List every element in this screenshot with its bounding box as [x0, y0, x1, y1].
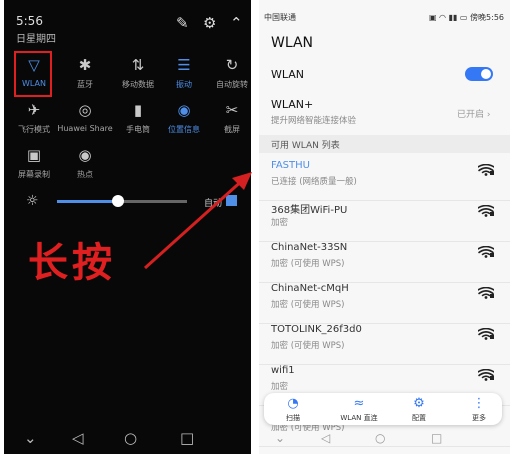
hotspot-icon: ◉ — [78, 146, 92, 164]
nav-back-chevron-icon[interactable]: ⌄ — [24, 429, 37, 447]
clock: 5:56 — [16, 14, 43, 28]
auto-brightness-checkbox[interactable] — [226, 195, 237, 206]
scan-button[interactable]: ◔ 扫描 — [268, 396, 318, 423]
page-title: WLAN — [271, 35, 314, 51]
nav-home-icon[interactable]: ○ — [124, 429, 137, 447]
tile-hotspot[interactable]: ◉ 热点 — [55, 146, 115, 180]
wifi-signal-icon — [478, 164, 494, 176]
network-status: 加密 — [271, 382, 289, 392]
tile-label: 蓝牙 — [77, 80, 93, 89]
wlan-toggle[interactable] — [465, 67, 493, 81]
wlan-list-header: 可用 WLAN 列表 — [259, 135, 510, 153]
network-status: 已连接 (网络质量一般) — [271, 177, 357, 187]
network-name: 368集团WiFi-PU — [271, 205, 348, 216]
wlanplus-label[interactable]: WLAN+ — [271, 98, 313, 111]
date: 日星期四 — [16, 34, 56, 45]
network-name: wifi1 — [271, 365, 295, 376]
brightness-thumb[interactable] — [112, 195, 125, 207]
wlanplus-status[interactable]: 已开启 › — [457, 107, 491, 120]
wlanplus-subtitle: 提升网络智能连接体验 — [271, 116, 357, 126]
wlanplus-status-text: 已开启 — [457, 110, 485, 120]
chevron-up-icon[interactable]: ⌃ — [230, 14, 243, 32]
brightness-icon: ☼ — [26, 193, 39, 209]
brightness-slider[interactable] — [57, 195, 187, 207]
rotate-icon: ↻ — [225, 56, 239, 74]
tile-label: Huawei Share — [57, 124, 113, 133]
wifi-signal-icon — [478, 246, 494, 258]
wlan-direct-icon: ≈ — [353, 396, 365, 411]
tile-label: 热点 — [77, 170, 93, 179]
action-label: 扫描 — [286, 414, 300, 422]
status-time: 傍晚5:56 — [470, 13, 504, 22]
wlan-direct-button[interactable]: ≈ WLAN 直连 — [334, 396, 384, 423]
scan-icon: ◔ — [287, 396, 299, 411]
network-name: ChinaNet-33SN — [271, 242, 348, 253]
nav-back-icon[interactable]: ◁ — [321, 431, 330, 445]
network-row[interactable]: FASTHU 已连接 (网络质量一般) — [259, 160, 510, 201]
nav-recents-icon[interactable]: □ — [180, 429, 194, 447]
tile-label: 自动旋转 — [216, 80, 248, 89]
nav-back-chevron-icon[interactable]: ⌄ — [275, 431, 285, 445]
more-icon: ⋮ — [472, 396, 486, 411]
tile-rotate[interactable]: ↻ 自动旋转 — [202, 56, 251, 90]
action-label: WLAN 直连 — [340, 414, 378, 422]
wifi-signal-icon — [478, 328, 494, 340]
config-button[interactable]: ⚙ 配置 — [394, 396, 444, 423]
network-row[interactable]: 368集团WiFi-PU 加密 — [259, 201, 510, 242]
wlan-settings-screen: 中国联通 ▣ ◠ ▮▮ ▭ 傍晚5:56 WLAN WLAN WLAN+ 提升网… — [259, 0, 510, 454]
wlan-toggle-label: WLAN — [271, 68, 305, 81]
network-name: FASTHU — [271, 160, 310, 171]
tile-share[interactable]: ◎ Huawei Share — [55, 101, 115, 133]
network-status: 加密 (可使用 WPS) — [271, 341, 345, 351]
more-button[interactable]: ⋮ 更多 — [454, 396, 504, 423]
brightness-fill — [57, 200, 119, 203]
tile-bluetooth[interactable]: ✱ 蓝牙 — [55, 56, 115, 90]
wlan-list-title: 可用 WLAN 列表 — [271, 141, 340, 151]
network-status: 加密 (可使用 WPS) — [271, 300, 345, 310]
edit-icon[interactable]: ✎ — [176, 14, 189, 32]
carrier: 中国联通 — [264, 13, 296, 22]
auto-brightness-label: 自动 — [204, 199, 223, 209]
tile-screenshot[interactable]: ✂ 截屏 — [202, 101, 251, 135]
network-row[interactable]: TOTOLINK_26f3d0 加密 (可使用 WPS) — [259, 324, 510, 365]
screenshot-icon: ✂ — [225, 101, 239, 119]
nav-recents-icon[interactable]: □ — [431, 431, 442, 445]
network-status: 加密 — [271, 218, 289, 228]
wlan-highlight-box — [14, 51, 52, 97]
wifi-signal-icon — [478, 287, 494, 299]
nav-home-icon[interactable]: ○ — [375, 431, 385, 445]
wifi-signal-icon — [478, 205, 494, 217]
status-bar-right: ▣ ◠ ▮▮ ▭ 傍晚5:56 — [428, 13, 504, 22]
action-label: 配置 — [412, 414, 426, 422]
network-status: 加密 (可使用 WPS) — [271, 259, 345, 269]
network-name: ChinaNet-cMqH — [271, 283, 349, 294]
gear-icon[interactable]: ⚙ — [203, 14, 216, 32]
share-icon: ◎ — [78, 101, 92, 119]
network-row[interactable]: ChinaNet-cMqH 加密 (可使用 WPS) — [259, 283, 510, 324]
chevron-right-icon: › — [486, 110, 491, 120]
nav-back-icon[interactable]: ◁ — [72, 429, 84, 447]
notification-panel: 5:56 日星期四 ✎ ⚙ ⌃ ▽ WLAN ✱ 蓝牙 ⇅ 移动数据 ☰ 振动 ↻ 自动旋转 ✈ 飞行… — [4, 0, 251, 454]
tile-label: 截屏 — [224, 125, 240, 134]
long-press-annotation: 长按 — [28, 240, 116, 286]
network-row[interactable]: ChinaNet-33SN 加密 (可使用 WPS) — [259, 242, 510, 283]
config-icon: ⚙ — [413, 396, 425, 411]
network-name: TOTOLINK_26f3d0 — [271, 324, 362, 335]
bottom-action-bar: ◔ 扫描 ≈ WLAN 直连 ⚙ 配置 ⋮ 更多 — [264, 393, 502, 425]
bluetooth-icon: ✱ — [78, 56, 92, 74]
wifi-signal-icon — [478, 369, 494, 381]
action-label: 更多 — [472, 414, 486, 422]
